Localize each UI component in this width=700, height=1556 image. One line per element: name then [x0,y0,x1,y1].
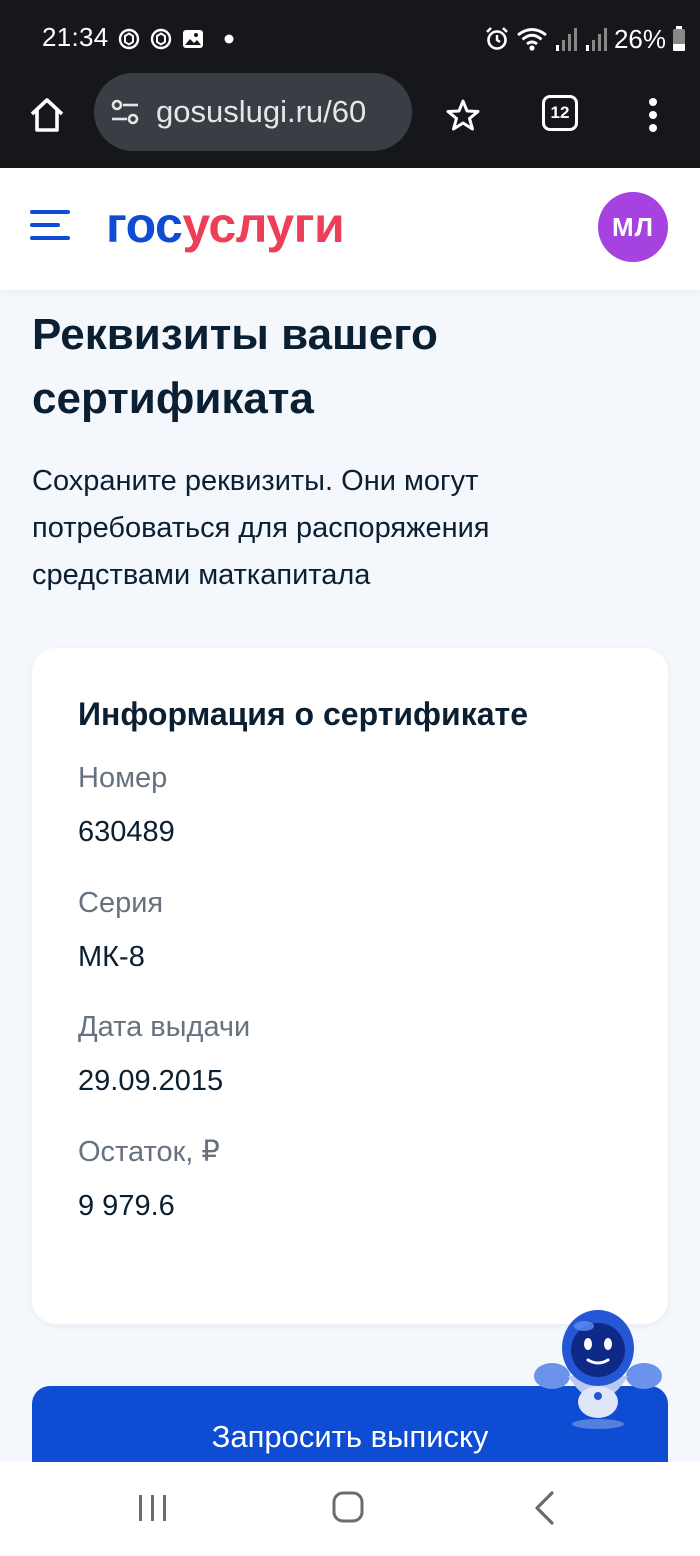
status-time: 21:34 [42,22,109,52]
wifi-icon [517,28,547,51]
assistant-robot-icon[interactable] [532,1306,664,1432]
field-series: Серия МК-8 [78,883,163,977]
url-text[interactable]: gosuslugi.ru/60 [156,94,396,130]
field-label: Серия [78,887,164,919]
site-settings-icon[interactable] [108,95,142,129]
browser-home-button[interactable] [22,90,72,140]
cell-signal-icon [585,28,607,51]
alarm-icon [486,27,508,50]
home-icon [30,98,64,132]
field-value: МК-8 [78,941,145,973]
logo-part-gos: гос [106,197,183,253]
field-value: 630489 [78,816,175,848]
address-bar[interactable]: gosuslugi.ru/60 [94,73,412,151]
field-value: 29.09.2015 [78,1065,224,1097]
bookmark-button[interactable] [440,92,486,138]
card-title: Информация о сертификате [78,696,528,732]
avatar-initials: МЛ [612,211,654,242]
battery-icon [673,26,685,51]
certificate-info-card: Информация о сертификате Номер 630489 Се… [32,648,668,1324]
gallery-icon [183,30,203,48]
browser-menu-button[interactable] [636,92,670,138]
more-vert-icon [649,98,657,132]
cell-signal-icon [555,28,577,51]
site-header: госуслуги МЛ [0,168,700,290]
tabs-icon[interactable]: 12 [542,95,578,131]
signal-app-icon [118,28,140,50]
page-title: Реквизиты вашего сертификата [32,310,438,423]
tab-count: 12 [550,103,570,122]
status-left-icons [117,26,237,52]
field-balance: Остаток, ₽ 9 979.6 [78,1132,220,1226]
field-number: Номер 630489 [78,758,175,852]
menu-burger-icon[interactable] [30,208,72,242]
bookmark-star-icon [446,99,480,131]
field-label: Номер [78,762,168,794]
field-issue-date: Дата выдачи 29.09.2015 [78,1007,250,1101]
field-label: Остаток, ₽ [78,1136,220,1168]
page-subtitle: Сохраните реквизиты. Они могут потребова… [32,465,490,591]
field-label: Дата выдачи [78,1011,251,1043]
system-nav-bar [0,1462,700,1556]
back-icon[interactable] [532,1490,558,1526]
user-avatar[interactable]: МЛ [598,192,668,262]
logo-part-uslugi: услуги [182,197,345,253]
field-value: 9 979.6 [78,1190,175,1222]
battery-percent: 26% [613,23,666,54]
home-nav-icon[interactable] [331,1490,365,1524]
notification-dot-icon [224,34,234,44]
signal-app-icon [150,28,172,50]
status-right-icons: 26% [484,22,686,56]
status-bar: 21:34 26% [0,0,700,78]
gosuslugi-logo[interactable]: госуслуги [106,196,345,254]
recent-apps-icon[interactable] [136,1492,170,1524]
browser-toolbar: gosuslugi.ru/60 12 [0,73,700,168]
